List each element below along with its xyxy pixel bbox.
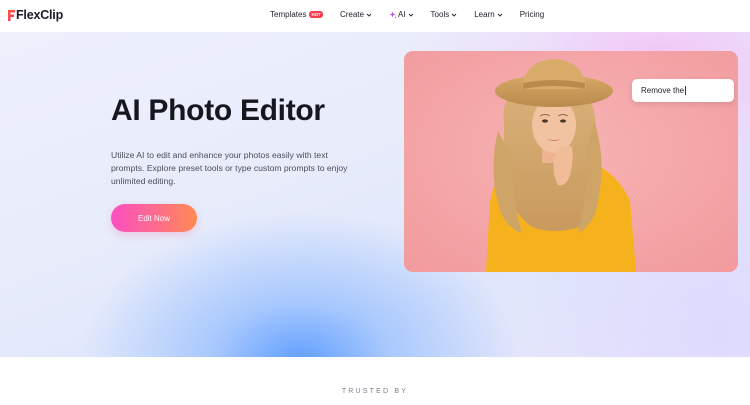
nav-pricing[interactable]: Pricing [520, 10, 544, 19]
nav-templates[interactable]: Templates HOT [270, 10, 323, 19]
main-nav: Templates HOT Create AI Tools Learn Pric… [270, 10, 561, 19]
nav-ai-label: AI [397, 10, 406, 19]
edit-now-button[interactable]: Edit Now [111, 204, 197, 232]
nav-create-label: Create [339, 10, 364, 19]
nav-ai[interactable]: AI [389, 10, 414, 19]
chevron-down-icon [366, 13, 372, 17]
trusted-by-label: TRUSTED BY [341, 388, 409, 395]
prompt-text: Remove the [641, 86, 685, 95]
logo-text: FlexClip [16, 8, 64, 22]
nav-templates-label: Templates [270, 10, 307, 19]
nav-tools-label: Tools [430, 10, 450, 19]
flexclip-logo[interactable]: FlexClip [7, 8, 63, 22]
chevron-down-icon [451, 13, 457, 17]
nav-pricing-label: Pricing [519, 10, 545, 19]
sparkle-icon [389, 11, 397, 19]
top-nav-bar: FlexClip Templates HOT Create AI Tools L… [0, 0, 750, 32]
flexclip-logo-icon [7, 9, 16, 22]
page-title: AI Photo Editor [111, 94, 325, 127]
text-cursor [684, 86, 686, 95]
ai-prompt-input[interactable]: Remove the [632, 79, 734, 102]
chevron-down-icon [497, 13, 503, 17]
nav-tools[interactable]: Tools [431, 10, 458, 19]
hero-description: Utilize AI to edit and enhance your phot… [111, 150, 348, 186]
nav-create[interactable]: Create [340, 10, 372, 19]
hot-badge: HOT [309, 11, 323, 18]
nav-learn[interactable]: Learn [474, 10, 503, 19]
nav-learn-label: Learn [474, 10, 495, 19]
chevron-down-icon [408, 13, 413, 17]
